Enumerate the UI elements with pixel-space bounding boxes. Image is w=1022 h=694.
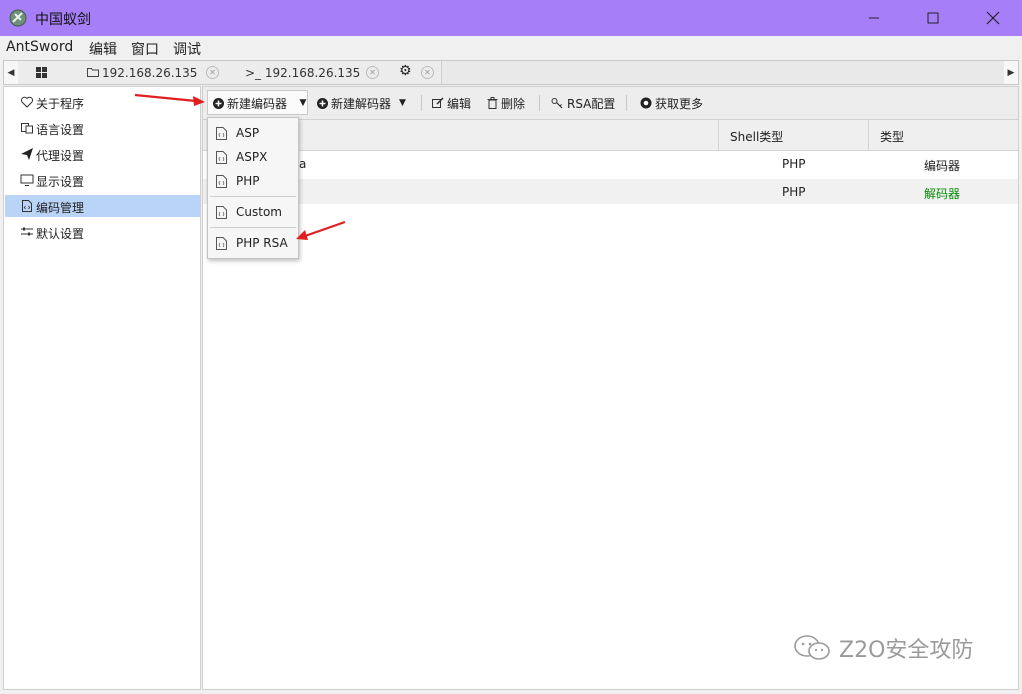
wechat-icon bbox=[794, 635, 830, 660]
red-arrow-icon bbox=[134, 93, 205, 106]
red-arrow-icon bbox=[296, 220, 346, 240]
watermark: Z2O安全攻防 bbox=[793, 632, 973, 664]
watermark-text: Z2O安全攻防 bbox=[839, 638, 974, 663]
annotation-arrows bbox=[134, 93, 346, 240]
